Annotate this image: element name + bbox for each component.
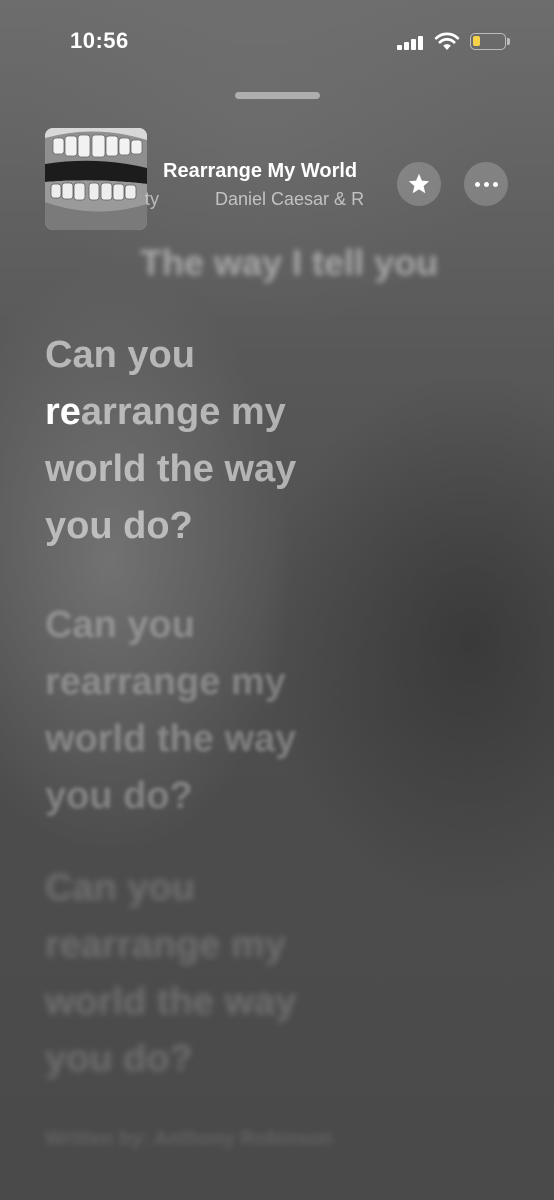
status-bar: 10:56 xyxy=(0,0,554,84)
status-time: 10:56 xyxy=(70,28,129,53)
album-artwork-teeth-photo xyxy=(45,128,147,230)
lyric-line: rearrange my xyxy=(45,384,465,441)
battery-level xyxy=(473,36,480,46)
lyric-sung-portion: re xyxy=(45,391,81,433)
lyric-line: you do? xyxy=(45,505,193,547)
song-artist[interactable]: Daniel Caesar & R xyxy=(215,189,390,210)
lyric-line: rearrange my xyxy=(45,924,286,966)
sheet-grabber[interactable] xyxy=(235,92,320,99)
ellipsis-icon xyxy=(474,181,498,187)
lyric-current[interactable]: Can you rearrange my world the way you d… xyxy=(45,327,465,555)
lyric-line: Can you xyxy=(45,604,195,646)
song-title[interactable]: Rearrange My World xyxy=(163,160,390,183)
lyric-previous-line[interactable]: The way I tell you xyxy=(140,242,540,284)
favorite-button[interactable] xyxy=(397,162,441,206)
lyric-next[interactable]: Can you rearrange my world the way you d… xyxy=(45,597,465,825)
star-icon xyxy=(408,173,430,194)
lyric-line: Can you xyxy=(45,334,195,376)
lyric-unsung-portion: arrange my xyxy=(80,391,286,433)
lyric-later[interactable]: Can you rearrange my world the way you d… xyxy=(45,860,465,1088)
lyric-line: you do? xyxy=(45,1038,193,1080)
wifi-icon xyxy=(434,32,460,50)
album-artwork[interactable] xyxy=(45,128,147,230)
battery-icon xyxy=(470,33,506,50)
lyric-line: rearrange my xyxy=(45,661,286,703)
lyric-line: Can you xyxy=(45,867,195,909)
lyric-line: world the way xyxy=(45,981,297,1023)
lyric-line: world the way xyxy=(45,448,297,490)
lyrics-screen: 10:56 Rearrange My World ty Daniel Caesa… xyxy=(0,0,554,1200)
lyric-line: world the way xyxy=(45,718,297,760)
battery-cap xyxy=(507,38,510,45)
cellular-signal-icon xyxy=(397,36,425,50)
song-subtitle-scrolling: ty xyxy=(145,189,160,209)
lyrics-credits: Written by: Anthony Robinson xyxy=(45,1128,333,1150)
lyric-line: you do? xyxy=(45,775,193,817)
more-options-button[interactable] xyxy=(464,162,508,206)
